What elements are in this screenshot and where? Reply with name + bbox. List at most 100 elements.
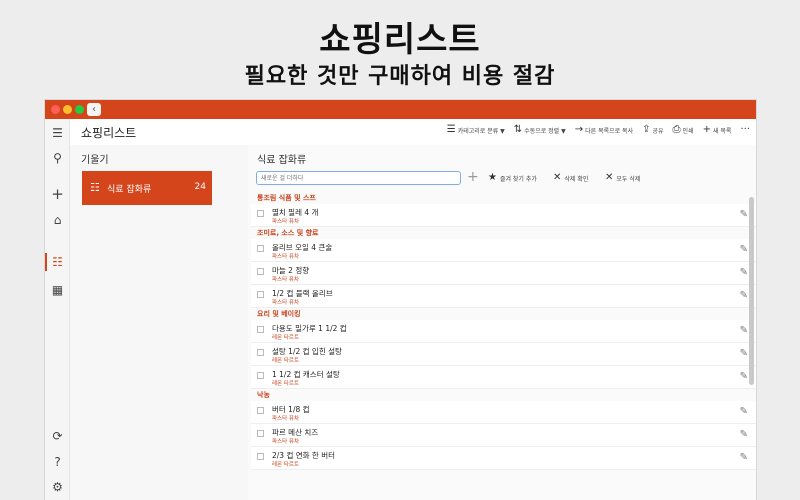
close-icon: ✕ — [553, 172, 562, 183]
gear-icon[interactable]: ⚙ — [45, 479, 70, 495]
pencil-icon[interactable]: ✎ — [740, 348, 748, 359]
share-label: 공유 — [652, 127, 664, 135]
delete-all-label: 모두 삭제 — [616, 175, 641, 183]
plus-icon[interactable]: + — [45, 186, 70, 202]
new-item-input[interactable] — [256, 171, 461, 185]
category-header: 요리 및 베이킹 — [257, 310, 301, 318]
home-icon[interactable]: ⌂ — [45, 212, 70, 228]
scrollbar[interactable] — [749, 197, 754, 385]
close-window-button[interactable] — [51, 105, 60, 114]
more-icon: ··· — [740, 124, 750, 135]
more-button[interactable]: ··· — [740, 125, 750, 135]
calendar-icon[interactable]: ▦ — [45, 282, 70, 298]
nav-rail: ☰ ⚲ + ⌂ ☷ ▦ ⟳ ? ⚙ — [45, 119, 70, 500]
arrow-right-icon: → — [574, 124, 584, 135]
pencil-icon[interactable]: ✎ — [740, 325, 748, 336]
category-header: 조미료, 소스 및 향료 — [257, 229, 319, 237]
list-heading: 식료 잡화류 — [257, 155, 307, 166]
item-checkbox[interactable] — [257, 407, 264, 414]
new-item-button[interactable]: + 새 목록 — [703, 125, 732, 135]
sidebar-item-label: 식료 잡화류 — [107, 185, 152, 195]
item-source: 파스타 퓨차 — [272, 416, 300, 422]
share-icon: ⇪ — [642, 124, 651, 135]
category-header: 낙농 — [257, 391, 270, 399]
item-checkbox[interactable] — [257, 349, 264, 356]
category-icon: ☰ — [446, 124, 456, 135]
list-item[interactable]: 설탕 1/2 컵 입힌 설탕 레몬 타르트 ✎ — [251, 343, 756, 366]
print-label: 인쇄 — [682, 127, 694, 135]
add-item-icon[interactable]: + — [467, 169, 479, 185]
list-item[interactable]: 1/2 컵 블랙 올리브 파스타 퓨차 ✎ — [251, 285, 756, 308]
copy-to-list-button[interactable]: → 다른 목록으로 복사 — [575, 125, 633, 135]
list-item[interactable]: 다용도 밀가루 1 1/2 컵 레몬 타르트 ✎ — [251, 320, 756, 343]
sort-icon: ⇅ — [513, 124, 523, 135]
list-icon[interactable]: ☷ — [45, 254, 70, 270]
category-sort-button[interactable]: ☰ 카테고리로 분류 ▼ — [447, 125, 505, 135]
list-item[interactable]: 2/3 컵 연화 한 버터 레몬 타르트 ✎ — [251, 447, 756, 470]
pencil-icon[interactable]: ✎ — [740, 406, 748, 417]
print-icon: ⎙ — [672, 124, 681, 135]
headline-title: 쇼핑리스트 — [319, 20, 481, 60]
page-title: 쇼핑리스트 — [81, 126, 137, 140]
new-item-label: 새 목록 — [712, 127, 732, 135]
search-icon[interactable]: ⚲ — [45, 150, 70, 166]
item-checkbox[interactable] — [257, 245, 264, 252]
pencil-icon[interactable]: ✎ — [740, 290, 748, 301]
print-button[interactable]: ⎙ 인쇄 — [673, 125, 694, 135]
main-panel: 식료 잡화류 + ★ 즐겨 찾기 추가 ✕ 삭제 확인 ✕ 모두 삭제 통조림 … — [248, 145, 756, 500]
shopping-list: 통조림 식품 및 스프 멸치 필레 4 개 파스타 퓨차 ✎ 조미료, 소스 및… — [248, 192, 756, 500]
list-item[interactable]: 멸치 필레 4 개 파스타 퓨차 ✎ — [251, 204, 756, 227]
sync-icon[interactable]: ⟳ — [45, 428, 70, 444]
share-button[interactable]: ⇪ 공유 — [642, 125, 663, 135]
back-icon[interactable]: ‹ — [87, 103, 101, 116]
item-checkbox[interactable] — [257, 268, 264, 275]
item-checkbox[interactable] — [257, 430, 264, 437]
list-sidebar: 기울기 ☷ 식료 잡화류 24 — [70, 145, 248, 500]
app-window: ‹ ☰ ⚲ + ⌂ ☷ ▦ ⟳ ? ⚙ 쇼핑리스트 ☰ 카테고리로 분류 ▼ ⇅… — [45, 100, 756, 500]
copy-to-list-label: 다른 목록으로 복사 — [585, 127, 634, 135]
add-favorites-label: 즐겨 찾기 추가 — [499, 175, 537, 183]
plus-icon: + — [702, 124, 711, 135]
minimize-window-button[interactable] — [63, 105, 72, 114]
title-bar: ‹ — [45, 100, 756, 119]
list-item[interactable]: 마늘 2 정향 파스타 퓨차 ✎ — [251, 262, 756, 285]
pencil-icon[interactable]: ✎ — [740, 429, 748, 440]
item-source: 레몬 타르트 — [272, 462, 300, 468]
list-item[interactable]: 파르 메산 치즈 파스타 퓨차 ✎ — [251, 424, 756, 447]
list-item[interactable]: 1 1/2 컵 캐스터 설탕 레몬 타르트 ✎ — [251, 366, 756, 389]
sidebar-item-count: 24 — [194, 182, 206, 192]
hamburger-icon[interactable]: ☰ — [45, 125, 70, 141]
list-item[interactable]: 올리브 오일 4 큰술 파스타 퓨차 ✎ — [251, 239, 756, 262]
category-header: 통조림 식품 및 스프 — [257, 194, 316, 202]
maximize-window-button[interactable] — [75, 105, 84, 114]
checklist-icon: ☷ — [90, 181, 100, 194]
item-source: 파스타 퓨차 — [272, 439, 300, 445]
add-favorites-button[interactable]: ★ 즐겨 찾기 추가 — [488, 173, 537, 183]
toolbar: ☰ 카테고리로 분류 ▼ ⇅ 수동으로 정렬 ▼ → 다른 목록으로 복사 ⇪ … — [447, 125, 750, 135]
help-icon[interactable]: ? — [45, 454, 70, 470]
sidebar-item-groceries[interactable]: ☷ 식료 잡화류 24 — [82, 171, 212, 205]
star-icon: ★ — [488, 172, 497, 183]
item-checkbox[interactable] — [257, 210, 264, 217]
delete-checked-button[interactable]: ✕ 삭제 확인 — [553, 173, 588, 183]
pencil-icon[interactable]: ✎ — [740, 452, 748, 463]
item-checkbox[interactable] — [257, 326, 264, 333]
item-source: 파스타 퓨차 — [272, 277, 300, 283]
pencil-icon[interactable]: ✎ — [740, 267, 748, 278]
delete-all-button[interactable]: ✕ 모두 삭제 — [605, 173, 640, 183]
item-checkbox[interactable] — [257, 453, 264, 460]
pencil-icon[interactable]: ✎ — [740, 371, 748, 382]
pencil-icon[interactable]: ✎ — [740, 209, 748, 220]
manual-sort-button[interactable]: ⇅ 수동으로 정렬 ▼ — [514, 125, 566, 135]
item-checkbox[interactable] — [257, 291, 264, 298]
manual-sort-label: 수동으로 정렬 ▼ — [524, 127, 566, 135]
list-item[interactable]: 버터 1/8 컵 파스타 퓨차 ✎ — [251, 401, 756, 424]
sidebar-heading: 기울기 — [81, 155, 109, 166]
item-source: 레몬 타르트 — [272, 335, 300, 341]
top-bar: 쇼핑리스트 ☰ 카테고리로 분류 ▼ ⇅ 수동으로 정렬 ▼ → 다른 목록으로… — [70, 119, 756, 145]
pencil-icon[interactable]: ✎ — [740, 244, 748, 255]
item-source: 레몬 타르트 — [272, 358, 300, 364]
item-source: 파스타 퓨차 — [272, 219, 300, 225]
item-checkbox[interactable] — [257, 372, 264, 379]
item-source: 파스타 퓨차 — [272, 300, 300, 306]
